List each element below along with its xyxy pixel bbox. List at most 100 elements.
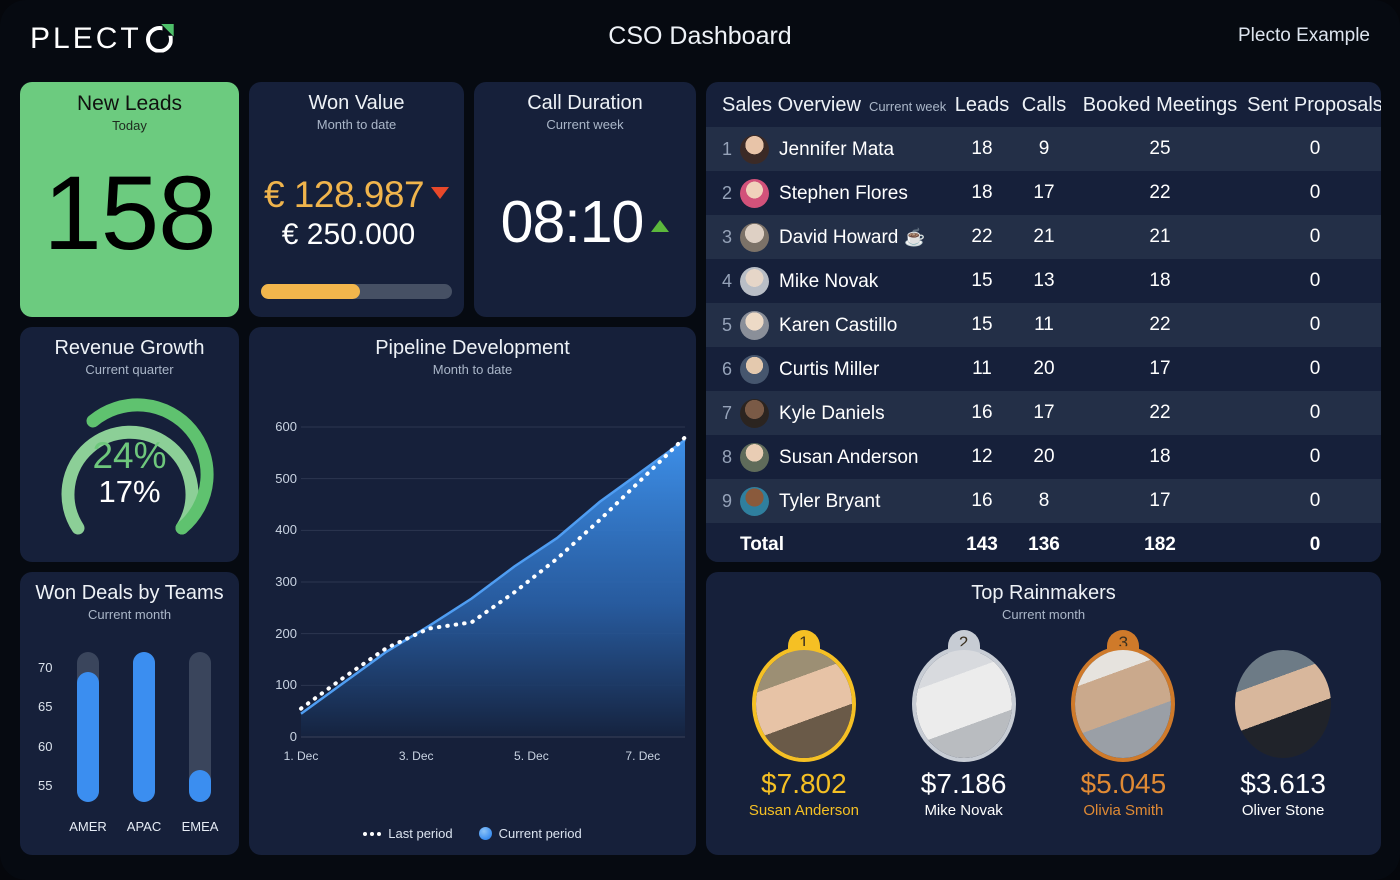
row-calls: 8 [1038,490,1050,511]
row-proposals: 0 [1309,270,1321,291]
table-row[interactable]: 7Kyle Daniels16172206 [706,391,1381,435]
bar-amer[interactable] [77,671,99,802]
row-calls: 11 [1034,314,1054,335]
call-duration-subtitle: Current week [546,117,624,132]
row-person: 5 Karen Castillo [706,303,951,347]
row-name: Kyle Daniels [779,402,885,424]
row-person: 1 Jennifer Mata [706,127,951,171]
row-proposals: 0 [1309,314,1321,335]
gauge-secondary-value: 17% [98,474,161,509]
row-meetings: 22 [1149,314,1171,335]
table-row[interactable]: 8Susan Anderson12201806 [706,435,1381,479]
won-value-amount: € 128.987 [249,174,464,216]
revenue-growth-subtitle: Current quarter [85,362,174,377]
sales-overview-table: Sales Overview Current week Leads Calls B… [706,82,1381,562]
row-calls: 17 [1033,402,1055,423]
kpi-card-new-leads[interactable]: New Leads Today 158 [20,82,239,317]
row-person: 9 Tyler Bryant [706,479,951,523]
row-name: Susan Anderson [779,446,919,468]
column-header-calls[interactable]: Calls [1013,82,1075,127]
row-leads: 15 [971,270,993,291]
total-meetings: 182 [1075,523,1245,562]
kpi-card-call-duration[interactable]: Call Duration Current week 08:10 [474,82,696,317]
row-name: David Howard [779,226,899,248]
page-title: CSO Dashboard [608,22,792,50]
legend-item[interactable]: Current period [478,826,582,841]
rainmakers-subtitle: Current month [1001,607,1086,622]
kpi-card-won-value[interactable]: Won Value Month to date € 128.987 € 250.… [249,82,464,317]
pipeline-subtitle: Month to date [432,362,513,377]
new-leads-subtitle: Today [112,118,147,134]
legend-item[interactable]: Last period [363,826,453,841]
chart-card-pipeline-development[interactable]: Pipeline Development Month to date 600 50… [249,327,696,855]
table-card-sales-overview[interactable]: Sales Overview Current week Leads Calls B… [706,82,1381,562]
row-rank: 6 [722,358,733,379]
row-calls: 9 [1038,138,1050,159]
row-calls: 17 [1033,182,1055,203]
pipeline-y-tick: 400 [275,522,297,538]
bar-apac[interactable] [133,652,155,802]
table-row[interactable]: 4Mike Novak15131808 [706,259,1381,303]
call-duration-value-wrap: 08:10 [474,188,696,256]
table-row[interactable]: 9Tyler Bryant1681703 [706,479,1381,523]
table-row[interactable]: 6 Curtis Miller 11 20 17 0 6 [706,347,1381,391]
row-leads: 18 [971,138,993,159]
row-person: 8 Susan Anderson [706,435,951,479]
column-header-leads[interactable]: Leads [951,82,1013,127]
avatar [740,310,770,340]
column-header-booked-meetings[interactable]: Booked Meetings [1075,82,1245,127]
won-value-target: € 250.000 [281,218,416,251]
row-rank: 1 [722,138,733,159]
rainmaker-amount: $3.613 [1240,768,1326,799]
won-value-amount-text: € 128.987 [263,174,425,215]
row-leads: 16 [971,402,993,423]
chart-card-won-deals-by-teams[interactable]: Won Deals by Teams Current month 70 65 60 5… [20,572,239,855]
total-proposals: 0 [1245,523,1381,562]
rainmaker-amount: $7.186 [920,768,1007,799]
table-row[interactable]: 2Stephen Flores18172209 [706,171,1381,215]
card-top-rainmakers[interactable]: Top Rainmakers Current month 1 $7.802 Susa… [706,572,1381,855]
column-header-sent-proposals[interactable]: Sent Proposals [1245,82,1381,127]
rainmaker-name: Mike Novak [924,802,1003,819]
rainmaker-item[interactable]: 3 $5.045 Olivia Smith [1048,630,1198,819]
rainmaker-item[interactable]: 2 $7.186 Mike Novak [889,630,1039,819]
rainmaker-amount: $5.045 [1080,768,1167,799]
avatar [740,442,770,472]
row-name: Jennifer Mata [779,138,895,160]
table-total-row: Total143136182062 [706,523,1381,562]
row-person: 7 Kyle Daniels [706,391,951,435]
row-leads: 15 [971,314,993,335]
revenue-gauge: 24% 17% [45,391,215,541]
row-leads: 18 [971,182,993,203]
row-meetings: 21 [1149,226,1171,247]
rainmaker-item[interactable]: 1 $7.802 Susan Anderson [729,630,879,819]
pipeline-y-tick: 500 [275,470,297,486]
row-rank: 9 [722,490,733,511]
row-person: 2 Stephen Flores [706,171,951,215]
total-label: Total [706,523,951,562]
pipeline-y-tick: 600 [275,419,297,434]
table-row[interactable]: 3David Howard☕22212108 [706,215,1381,259]
table-row[interactable]: 1Jennifer Mata1892509 [706,127,1381,171]
row-meetings: 17 [1149,358,1171,379]
sales-overview-subtitle: Current week [868,99,947,114]
table-row[interactable]: 5Karen Castillo15112207 [706,303,1381,347]
row-calls: 13 [1033,270,1055,291]
rainmaker-item[interactable]: $3.613 Oliver Stone [1208,636,1358,819]
bar-emea[interactable] [189,770,211,802]
bar-label-emea: EMEA [181,819,219,834]
pipeline-plot: 600 500 400 300 200 100 0 1. Dec 3. Dec 5. Dec 7. … [249,377,696,807]
bar-label-amer: AMER [69,819,107,834]
pipeline-y-tick: 100 [275,677,297,693]
row-proposals: 0 [1309,446,1321,467]
won-value-title: Won Value [308,92,405,114]
avatar [740,354,770,384]
row-name: Karen Castillo [779,314,898,336]
kpi-card-revenue-growth[interactable]: Revenue Growth Current quarter 24% 17% [20,327,239,562]
rainmaker-photo [915,650,1012,758]
row-name: Curtis Miller [779,358,880,380]
row-rank: 7 [722,402,733,423]
avatar [740,398,770,428]
rainmaker-photo [755,650,852,758]
row-person: 6 Curtis Miller [706,347,951,391]
